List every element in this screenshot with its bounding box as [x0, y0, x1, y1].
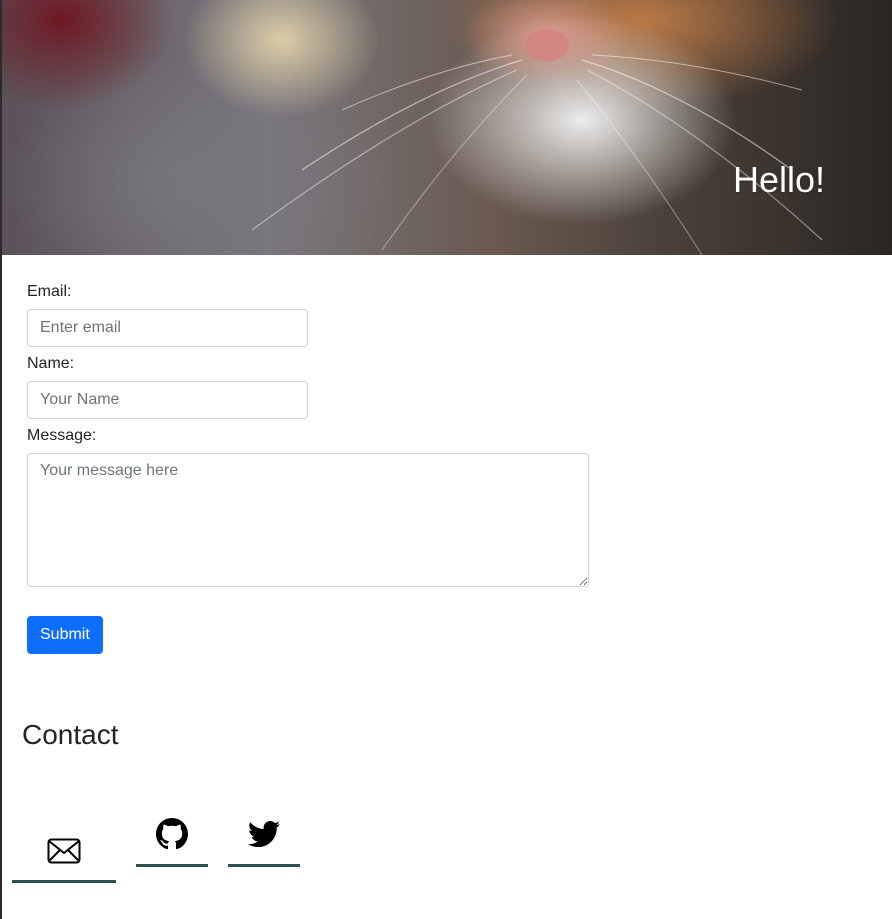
hero-banner: Hello! [2, 0, 892, 255]
email-link[interactable] [12, 818, 116, 883]
contact-form: Email: Name: Message: Submit [27, 281, 589, 654]
cat-nose [525, 29, 569, 61]
email-input[interactable] [27, 309, 308, 347]
twitter-icon [248, 820, 280, 847]
cat-photo [251, 29, 823, 255]
message-textarea[interactable] [27, 453, 589, 587]
message-label: Message: [27, 427, 97, 444]
twitter-link-underline [228, 864, 300, 867]
name-input[interactable] [27, 381, 308, 419]
name-label: Name: [27, 355, 75, 372]
twitter-link[interactable] [228, 812, 300, 867]
submit-button[interactable]: Submit [27, 616, 103, 654]
github-icon [156, 817, 188, 849]
email-link-underline [12, 880, 116, 883]
envelope-icon [47, 838, 81, 863]
hero-title: Hello! [732, 159, 825, 201]
email-label: Email: [27, 283, 72, 300]
github-link-underline [136, 864, 208, 867]
github-link[interactable] [136, 812, 208, 867]
contact-heading: Contact [22, 719, 119, 750]
